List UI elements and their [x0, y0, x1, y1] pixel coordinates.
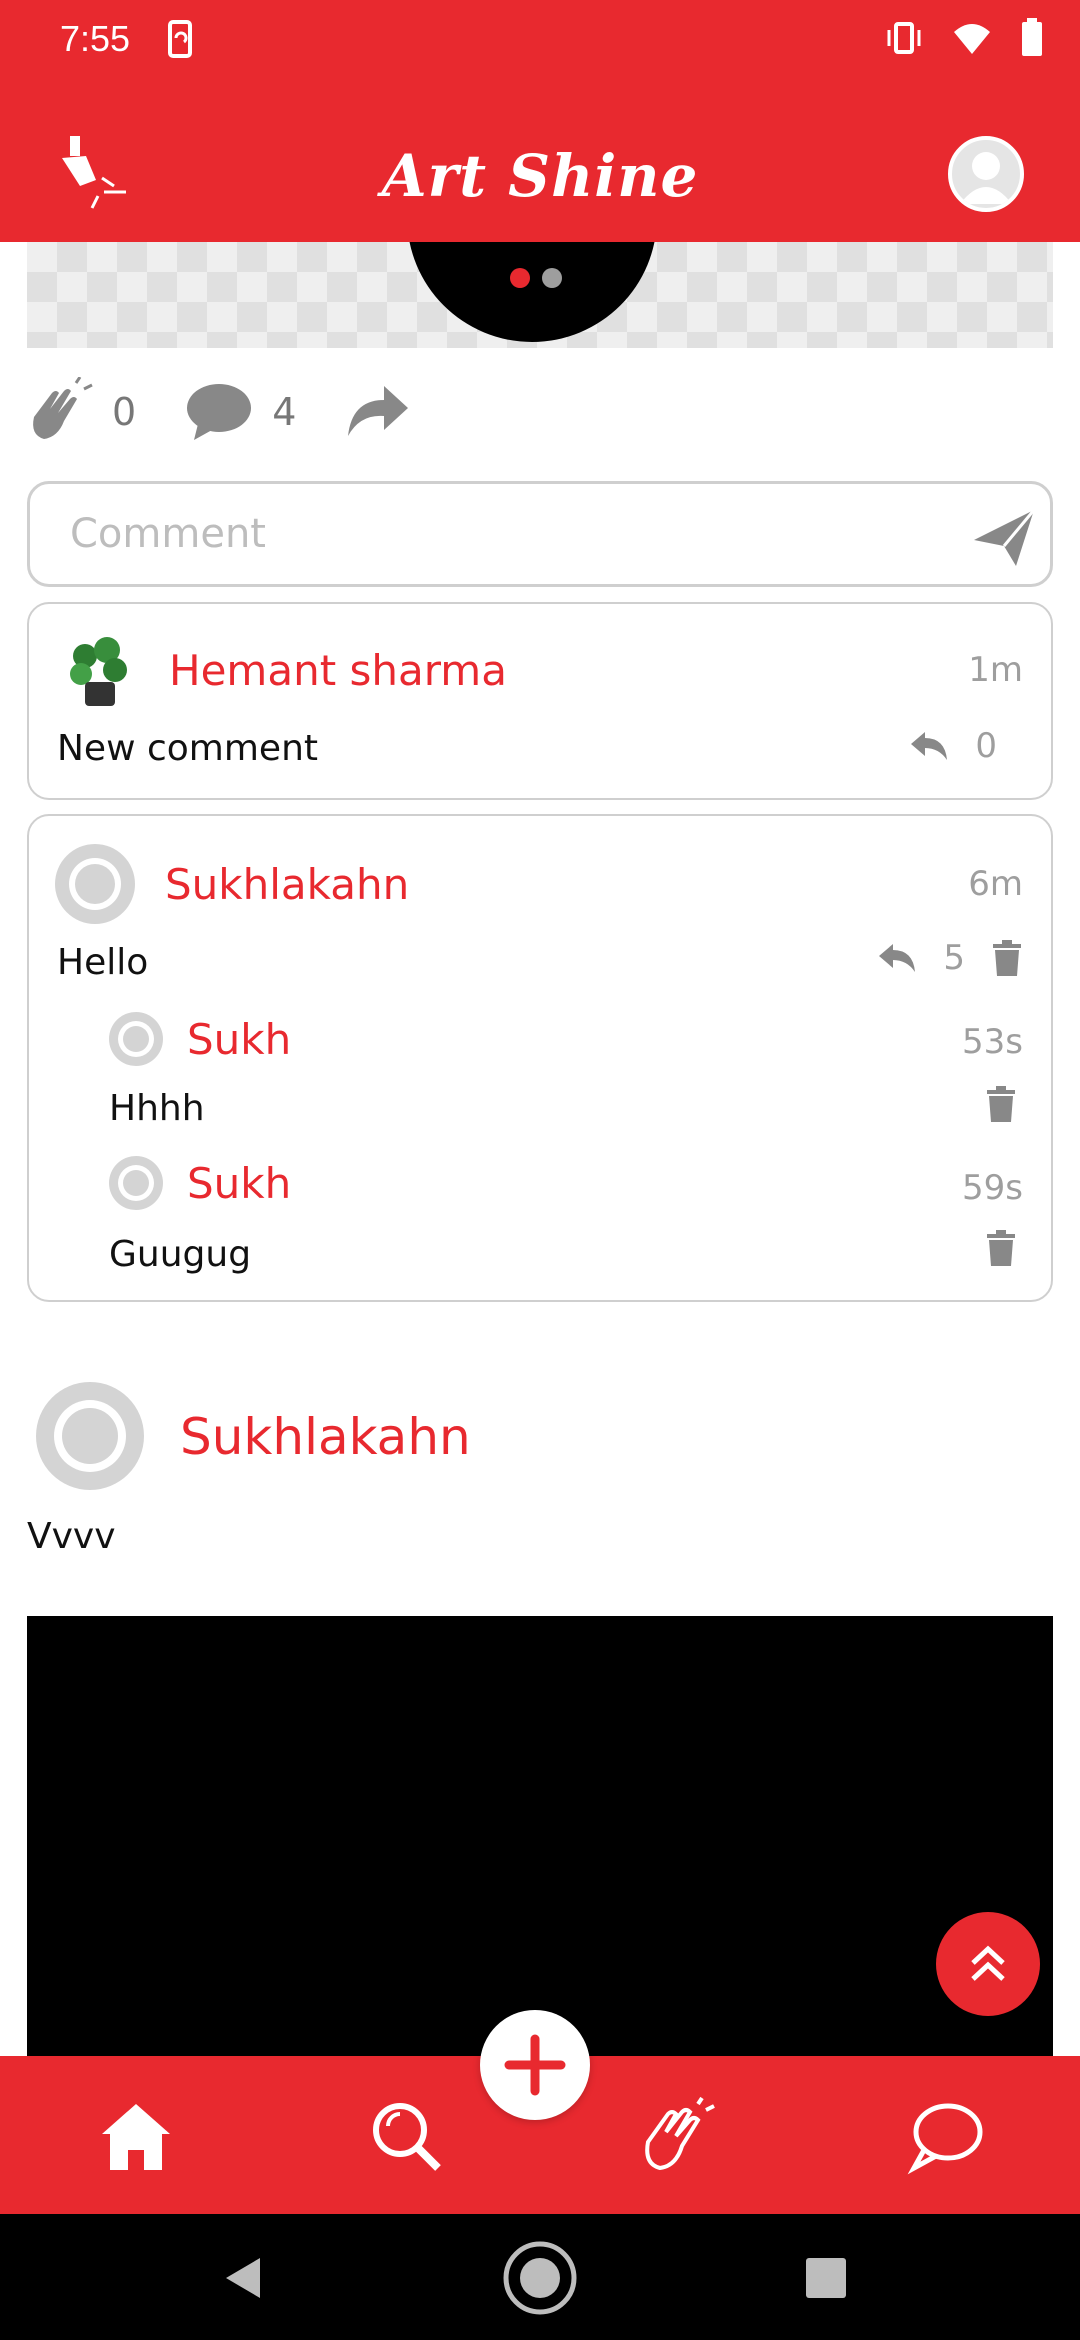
- status-time: 7:55: [60, 18, 131, 59]
- comment-input-box: [27, 481, 1053, 587]
- comment-avatar[interactable]: [55, 844, 135, 924]
- search-icon[interactable]: [366, 2096, 446, 2176]
- post-author-avatar[interactable]: [36, 1382, 144, 1490]
- home-nav-icon[interactable]: [500, 2238, 580, 2318]
- clap-count: 0: [112, 390, 137, 434]
- delete-icon[interactable]: [985, 1230, 1017, 1266]
- reply-author[interactable]: Sukh: [187, 1015, 291, 1064]
- comment-text: New comment: [57, 728, 318, 769]
- artwork-shape: [407, 242, 657, 342]
- user-icon: [69, 858, 121, 910]
- post-video[interactable]: [27, 1616, 1053, 2056]
- post-actions: 0 4: [24, 372, 458, 452]
- comment-author[interactable]: Sukhlakahn: [165, 860, 409, 909]
- share-action[interactable]: [344, 384, 410, 440]
- carousel-indicator: [510, 268, 562, 288]
- plant-avatar-icon: [70, 637, 127, 706]
- carousel-dot-active[interactable]: [510, 268, 530, 288]
- reply-text: Guugug: [109, 1234, 252, 1275]
- comment-text: Hello: [57, 942, 149, 983]
- reply-text: Hhhh: [109, 1088, 205, 1129]
- plus-icon: [504, 2034, 566, 2096]
- user-icon: [960, 152, 1012, 204]
- reply-time: 53s: [962, 1022, 1023, 1062]
- vibrate-icon: [887, 22, 921, 54]
- system-nav-bar: [0, 2214, 1080, 2340]
- clap-icon: [33, 377, 93, 439]
- back-icon[interactable]: [222, 2256, 266, 2300]
- wifi-icon: [954, 24, 990, 54]
- reply-time: 59s: [962, 1168, 1023, 1208]
- post-caption: Vvvv: [27, 1516, 116, 1557]
- delete-icon[interactable]: [985, 1086, 1017, 1122]
- comment-author[interactable]: Hemant sharma: [169, 646, 507, 695]
- share-icon: [348, 386, 409, 436]
- double-chevron-up-icon: [971, 1945, 1005, 1981]
- home-icon[interactable]: [96, 2096, 176, 2176]
- comment-card: Sukhlakahn 6m Hello 5 Sukh 53s Hhhh Sukh…: [27, 814, 1053, 1302]
- app-bar: Art Shine: [0, 80, 1080, 242]
- comment-action[interactable]: 4: [184, 380, 296, 444]
- reply-action[interactable]: 0: [909, 726, 997, 766]
- reply-icon: [911, 732, 948, 760]
- status-bar: 7:55: [0, 0, 1080, 80]
- reply-count: 0: [975, 726, 997, 766]
- screen-rotate-icon: [168, 20, 192, 58]
- comment-input[interactable]: [70, 504, 970, 564]
- comment-time: 1m: [968, 650, 1023, 690]
- post-author-name[interactable]: Sukhlakahn: [180, 1408, 471, 1466]
- user-icon: [54, 1400, 126, 1472]
- scroll-top-button[interactable]: [936, 1912, 1040, 2016]
- reply-avatar[interactable]: [109, 1012, 163, 1066]
- user-icon: [118, 1021, 154, 1057]
- reply-avatar[interactable]: [109, 1156, 163, 1210]
- comment-time: 6m: [968, 864, 1023, 904]
- clap-action[interactable]: 0: [24, 377, 136, 447]
- send-icon[interactable]: [972, 506, 1036, 570]
- profile-avatar[interactable]: [948, 136, 1024, 212]
- reply-action[interactable]: 5: [877, 938, 1023, 978]
- reply-count: 5: [943, 938, 965, 978]
- delete-icon[interactable]: [991, 940, 1023, 976]
- user-icon: [118, 1165, 154, 1201]
- reply-author[interactable]: Sukh: [187, 1159, 291, 1208]
- chat-icon[interactable]: [906, 2096, 986, 2176]
- post-image[interactable]: [27, 242, 1053, 348]
- add-post-button[interactable]: [480, 2010, 590, 2120]
- carousel-dot[interactable]: [542, 268, 562, 288]
- comment-count: 4: [272, 390, 297, 434]
- app-title: Art Shine: [381, 142, 699, 210]
- comment-bubble-icon: [187, 384, 252, 440]
- recents-icon[interactable]: [806, 2258, 846, 2298]
- battery-icon: [1022, 18, 1042, 56]
- clap-nav-icon[interactable]: [636, 2096, 716, 2176]
- comment-card: Hemant sharma 1m New comment 0: [27, 602, 1053, 800]
- reply-icon: [879, 944, 916, 972]
